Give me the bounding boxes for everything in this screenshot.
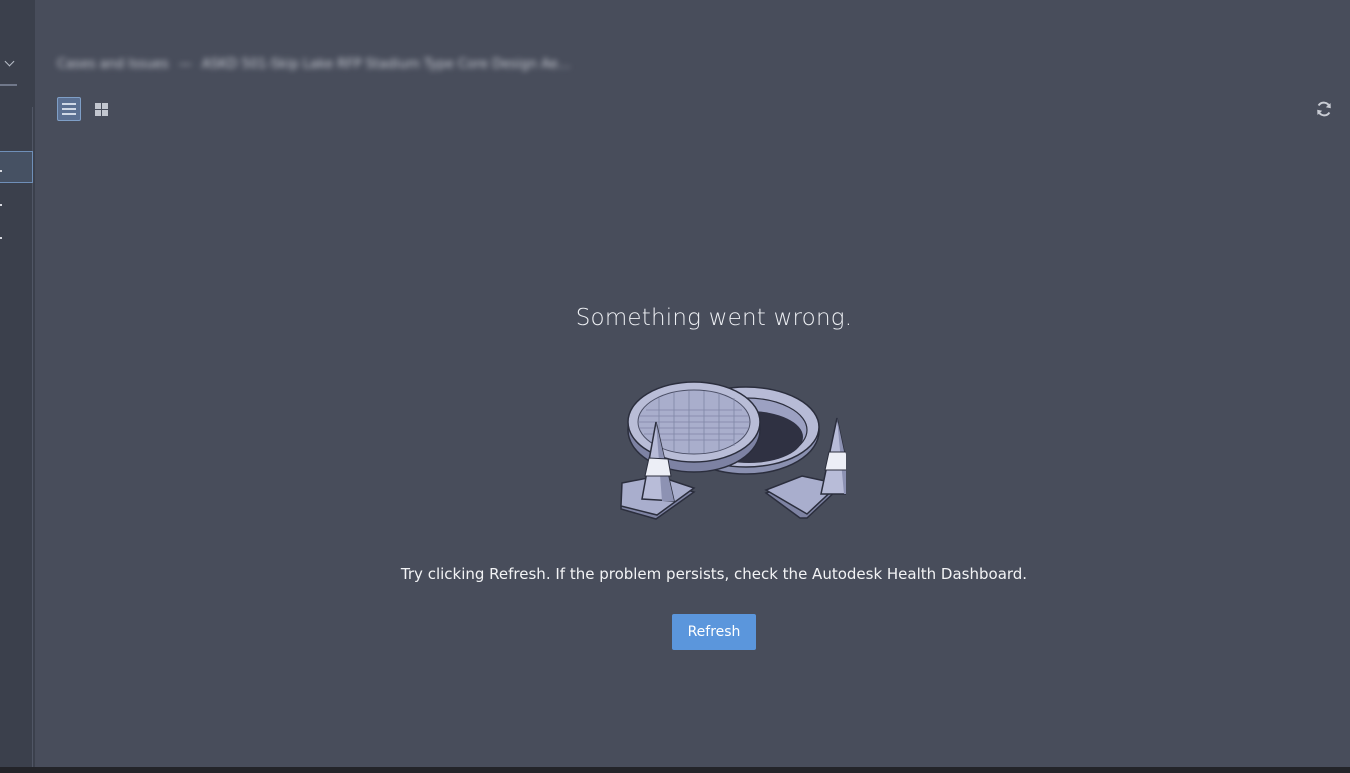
sidebar-item[interactable] (0, 184, 33, 216)
project-dropdown[interactable] (0, 52, 17, 86)
truncated-label (0, 237, 2, 239)
chevron-down-icon (4, 56, 15, 67)
refresh-button[interactable]: Refresh (672, 614, 756, 650)
sidebar-item-selected[interactable] (0, 151, 33, 183)
sidebar-item[interactable] (0, 217, 33, 249)
truncated-label (0, 204, 2, 206)
left-sidebar (0, 0, 35, 767)
manhole-with-traffic-cones-illustration (620, 381, 846, 520)
error-message: Try clicking Refresh. If the problem per… (400, 565, 1028, 583)
error-state: Something went wrong. Try clicking Refre… (35, 0, 1350, 767)
bottom-edge (0, 767, 1350, 773)
main-content: Cases and Issues — ASKD 501-Skip Lake RF… (35, 0, 1350, 767)
truncated-label (0, 170, 2, 172)
error-title: Something went wrong. (575, 305, 853, 331)
sidebar-tree-panel (0, 107, 33, 767)
